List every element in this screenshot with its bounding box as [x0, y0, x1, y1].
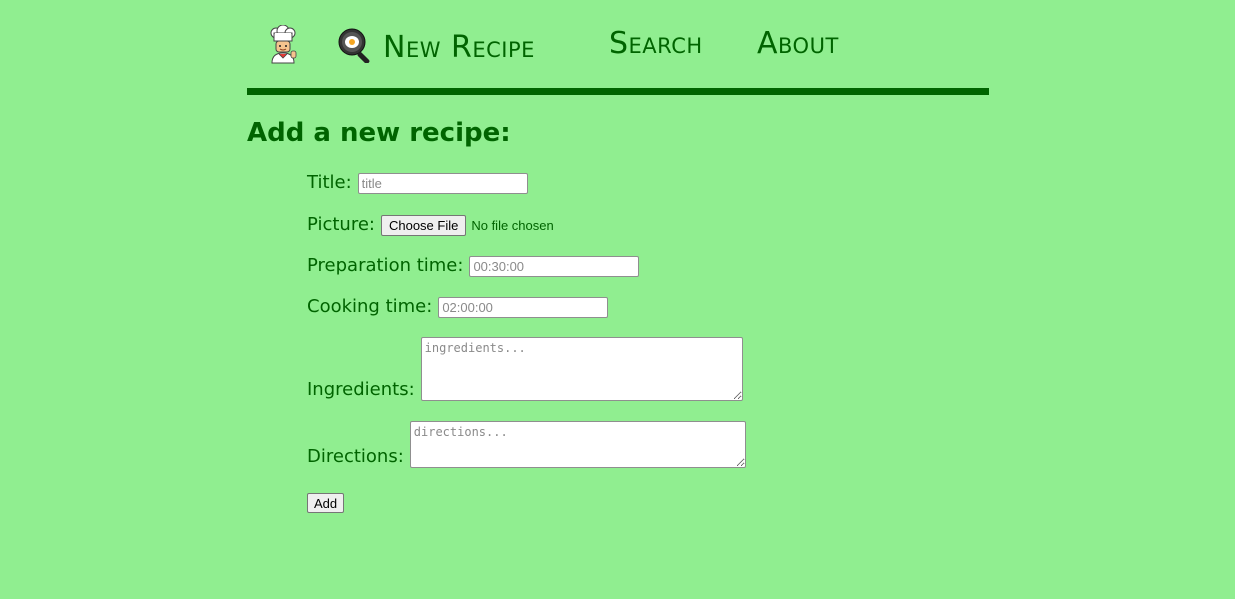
page-container: New Recipe Search About Add a new recipe… [247, 0, 989, 513]
directions-row: Directions: [307, 421, 746, 468]
navbar: New Recipe Search About [247, 0, 989, 95]
ingredients-label: Ingredients: [307, 379, 415, 400]
preparation-time-input[interactable] [469, 256, 640, 277]
page-title: Add a new recipe: [247, 118, 511, 148]
file-status-text: No file chosen [471, 218, 554, 233]
picture-row: Picture: Choose File No file chosen [307, 214, 554, 236]
preparation-time-label: Preparation time: [307, 255, 464, 276]
nav-link-search[interactable]: Search [609, 26, 703, 61]
frying-pan-icon [337, 27, 375, 64]
title-label: Title: [307, 172, 352, 193]
cooking-time-label: Cooking time: [307, 296, 433, 317]
directions-label: Directions: [307, 446, 404, 467]
cooking-time-input[interactable] [438, 297, 609, 318]
chef-icon[interactable] [264, 24, 302, 65]
cooking-time-row: Cooking time: [307, 296, 609, 318]
nav-link-label: New Recipe [383, 30, 535, 65]
directions-textarea[interactable] [409, 421, 746, 468]
preparation-time-row: Preparation time: [307, 255, 640, 277]
nav-link-new-recipe[interactable]: New Recipe [337, 27, 535, 65]
add-button[interactable]: Add [307, 493, 345, 513]
ingredients-row: Ingredients: [307, 337, 743, 401]
picture-label: Picture: [307, 214, 375, 235]
choose-file-button[interactable]: Choose File [380, 215, 467, 236]
ingredients-textarea[interactable] [420, 337, 743, 401]
title-row: Title: [307, 172, 528, 194]
nav-link-about[interactable]: About [757, 26, 839, 61]
title-input[interactable] [357, 173, 528, 194]
